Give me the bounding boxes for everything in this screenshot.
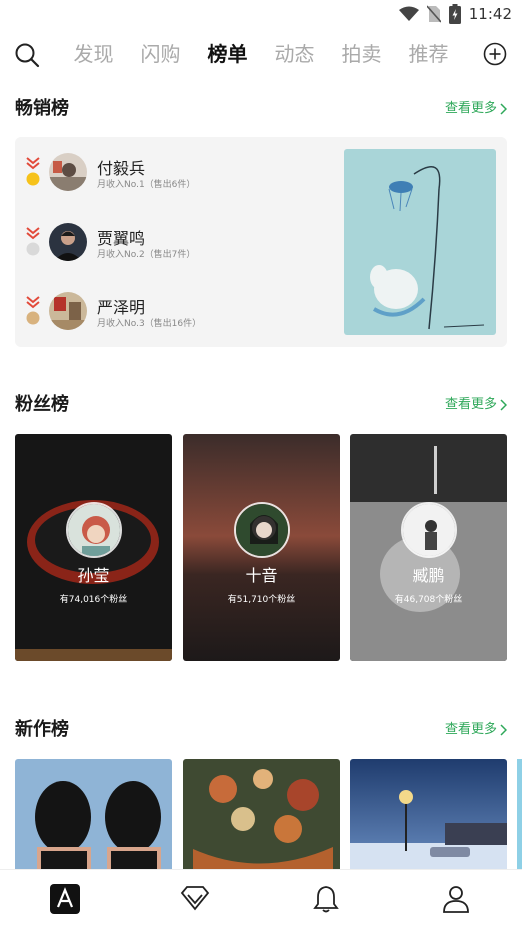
rank-subtitle: 月收入No.2（售出7件） bbox=[97, 250, 196, 260]
bestseller-more-link[interactable]: 查看更多 bbox=[445, 95, 507, 123]
rank-row-3[interactable]: 严泽明 月收入No.3（售出16件） bbox=[25, 292, 325, 332]
rank-row-2[interactable]: 贾翼鸣 月收入No.2（售出7件） bbox=[25, 223, 325, 263]
tab-rankings[interactable]: 榜单 bbox=[194, 36, 261, 72]
rank-row-1[interactable]: 付毅兵 月收入No.1（售出6件） bbox=[25, 153, 325, 193]
avatar[interactable] bbox=[49, 292, 87, 330]
chevron-right-icon bbox=[500, 399, 507, 411]
tab-recommend[interactable]: 推荐 bbox=[395, 36, 462, 72]
fan-name: 臧鹏 bbox=[412, 566, 445, 585]
fan-card-3[interactable]: 臧鹏 有46,708个粉丝 bbox=[350, 434, 507, 661]
bottom-nav bbox=[0, 869, 522, 928]
fans-more-link[interactable]: 查看更多 bbox=[445, 391, 507, 419]
avatar[interactable] bbox=[49, 223, 87, 261]
rank-subtitle: 月收入No.1（售出6件） bbox=[97, 180, 196, 190]
new-work-card-peek bbox=[517, 759, 522, 869]
section-title-fans: 粉丝榜 bbox=[15, 394, 69, 415]
profile-icon[interactable] bbox=[441, 884, 471, 914]
section-title-bestseller: 畅销榜 bbox=[15, 98, 69, 119]
new-work-card-3[interactable] bbox=[350, 759, 507, 871]
fan-name: 孙莹 bbox=[77, 566, 110, 585]
avatar[interactable] bbox=[233, 502, 290, 558]
artwork-image bbox=[15, 759, 172, 871]
new-works-more-link[interactable]: 查看更多 bbox=[445, 716, 507, 744]
avatar[interactable] bbox=[400, 502, 457, 558]
new-works-header: 新作榜 查看更多 bbox=[15, 716, 507, 744]
artwork-image bbox=[183, 759, 340, 871]
rank-name[interactable]: 严泽明 bbox=[97, 294, 145, 318]
no-sim-icon bbox=[426, 5, 441, 23]
tab-discover[interactable]: 发现 bbox=[60, 36, 127, 72]
battery-charging-icon bbox=[448, 4, 461, 24]
chevron-right-icon bbox=[500, 724, 507, 736]
bestseller-header: 畅销榜 查看更多 bbox=[15, 95, 507, 123]
top-nav: 发现 闪购 榜单 动态 拍卖 推荐 bbox=[0, 36, 522, 72]
fan-count: 有74,016个粉丝 bbox=[59, 595, 128, 605]
rank-subtitle: 月收入No.3（售出16件） bbox=[97, 319, 202, 329]
rank-name[interactable]: 付毅兵 bbox=[97, 155, 145, 179]
home-logo-icon[interactable] bbox=[50, 884, 80, 914]
fan-count: 有51,710个粉丝 bbox=[227, 595, 296, 605]
chevron-right-icon bbox=[500, 103, 507, 115]
avatar[interactable] bbox=[65, 502, 122, 558]
more-link-label: 查看更多 bbox=[444, 397, 497, 412]
section-title-new-works: 新作榜 bbox=[15, 719, 69, 740]
category-tabs: 发现 闪购 榜单 动态 拍卖 推荐 bbox=[60, 36, 462, 72]
tab-auction[interactable]: 拍卖 bbox=[328, 36, 395, 72]
bestseller-artwork[interactable] bbox=[344, 149, 496, 335]
rank-medal-silver-icon bbox=[26, 227, 40, 256]
fan-count: 有46,708个粉丝 bbox=[394, 595, 463, 605]
fan-card-2[interactable]: 十音 有51,710个粉丝 bbox=[183, 434, 340, 661]
fan-name: 十音 bbox=[245, 566, 278, 585]
tab-flash-sale[interactable]: 闪购 bbox=[127, 36, 194, 72]
diamond-icon[interactable] bbox=[180, 884, 210, 914]
avatar[interactable] bbox=[49, 153, 87, 191]
search-icon[interactable] bbox=[14, 42, 40, 68]
status-icons: 11:42 bbox=[398, 4, 512, 24]
status-bar: 11:42 bbox=[0, 0, 522, 30]
new-work-card-1[interactable] bbox=[15, 759, 172, 871]
new-work-card-2[interactable] bbox=[183, 759, 340, 871]
status-time: 11:42 bbox=[468, 5, 512, 23]
bell-icon[interactable] bbox=[311, 884, 341, 914]
artwork-image bbox=[350, 759, 507, 871]
add-circle-icon[interactable] bbox=[483, 42, 507, 66]
fans-header: 粉丝榜 查看更多 bbox=[15, 391, 507, 419]
more-link-label: 查看更多 bbox=[444, 101, 497, 116]
tab-feed[interactable]: 动态 bbox=[261, 36, 328, 72]
rank-medal-bronze-icon bbox=[26, 296, 40, 325]
rank-medal-gold-icon bbox=[26, 157, 40, 186]
more-link-label: 查看更多 bbox=[444, 722, 497, 737]
fan-card-1[interactable]: 孙莹 有74,016个粉丝 bbox=[15, 434, 172, 661]
bestseller-card[interactable]: 付毅兵 月收入No.1（售出6件） 贾翼鸣 月收入No.2（售出7件） 严泽明 … bbox=[15, 137, 507, 347]
rank-name[interactable]: 贾翼鸣 bbox=[97, 225, 145, 249]
wifi-icon bbox=[398, 6, 419, 21]
